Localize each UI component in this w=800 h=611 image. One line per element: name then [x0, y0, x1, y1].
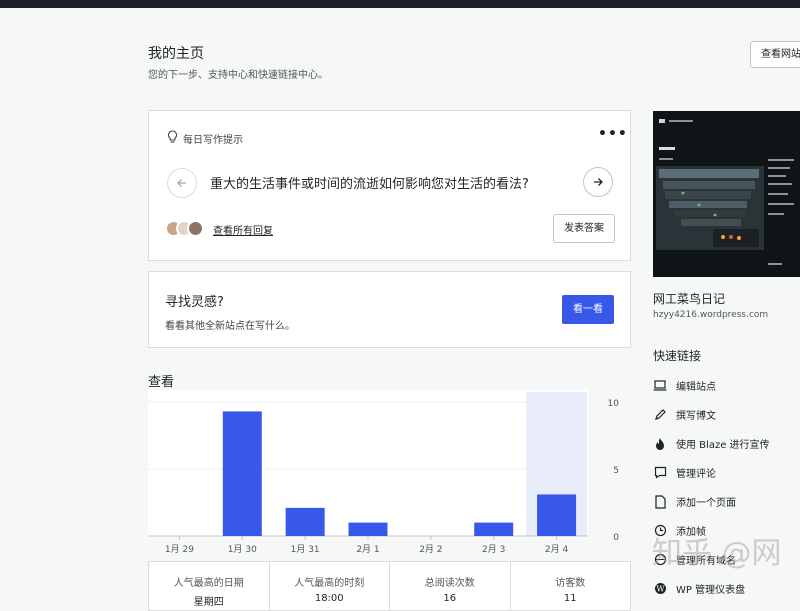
inspiration-title: 寻找灵感?	[165, 295, 224, 310]
avatar	[187, 220, 204, 237]
arrow-right-icon	[592, 173, 604, 192]
arrow-left-icon	[176, 174, 188, 193]
next-prompt-button[interactable]	[583, 167, 613, 197]
x-tick-label: 2月 3	[482, 544, 505, 555]
inspiration-card: 寻找灵感? 看看其他全新站点在写什么。 看一看	[148, 271, 631, 348]
stat-value: 18:00	[314, 593, 344, 604]
page-title: 我的主页	[148, 46, 204, 62]
site-preview-image	[653, 111, 800, 277]
view-site-button[interactable]: 查看网站	[750, 41, 800, 68]
y-tick-label: 10	[608, 399, 620, 409]
chart-bar	[222, 411, 262, 536]
x-tick-label: 1月 29	[165, 544, 194, 555]
stat-label: 人气最高的日期	[173, 578, 244, 589]
post-answer-button[interactable]: 发表答案	[553, 214, 615, 243]
quick-link-manage-comments[interactable]: 管理评论	[653, 465, 716, 480]
stats-title: 查看	[148, 375, 175, 390]
stat-total-views: 总阅读次数 16	[390, 562, 511, 610]
quick-link-manage-domains[interactable]: 管理所有域名	[653, 552, 736, 567]
quick-link-label: 管理评论	[676, 469, 716, 480]
lightbulb-icon	[167, 129, 178, 148]
prompt-question: 重大的生活事件或时间的流逝如何影响您对生活的看法?	[210, 177, 529, 192]
site-url[interactable]: hzyy4216.wordpress.com	[653, 310, 768, 320]
stat-value: 16	[443, 593, 457, 604]
page-subtitle: 您的下一步、支持中心和快速链接中心。	[148, 70, 328, 81]
stats-summary-table: 人气最高的日期 星期四 人气最高的时刻 18:00 总阅读次数 16 访客数 1…	[148, 561, 631, 611]
replier-avatars	[165, 220, 204, 237]
stat-best-day: 人气最高的日期 星期四	[149, 562, 270, 610]
chart-bar	[348, 522, 388, 536]
quick-link-add-frame[interactable]: 添加帧	[653, 523, 706, 538]
x-tick-label: 2月 1	[356, 544, 379, 555]
globe-icon	[653, 553, 667, 567]
wordpress-icon: W	[653, 582, 667, 596]
clock-icon	[653, 524, 667, 538]
quick-links-title: 快速链接	[653, 349, 702, 363]
stat-visitors: 访客数 11	[511, 562, 631, 610]
stat-label: 访客数	[555, 578, 586, 589]
quick-link-label: 使用 Blaze 进行宣传	[676, 440, 770, 451]
prompt-header: 每日写作提示	[167, 129, 243, 148]
x-tick-label: 1月 31	[291, 544, 320, 555]
x-tick-label: 1月 30	[228, 544, 257, 555]
svg-text:W: W	[656, 584, 665, 593]
quick-link-blaze[interactable]: 使用 Blaze 进行宣传	[653, 436, 770, 451]
previous-prompt-button[interactable]	[167, 168, 197, 198]
writing-prompt-card: 每日写作提示 ••• 重大的生活事件或时间的流逝如何影响您对生活的看法? 查看所…	[148, 110, 631, 261]
y-tick-label: 0	[613, 533, 619, 543]
quick-link-label: 添加一个页面	[676, 498, 736, 509]
quick-link-edit-site[interactable]: 编辑站点	[653, 378, 716, 393]
chart-plot-area	[148, 390, 588, 536]
stat-value: 11	[563, 593, 577, 604]
quick-link-label: 管理所有域名	[676, 556, 736, 567]
x-tick-label: 2月 4	[545, 544, 569, 555]
site-preview-thumbnail[interactable]	[653, 111, 800, 277]
stat-best-hour: 人气最高的时刻 18:00	[270, 562, 390, 610]
laptop-icon	[653, 379, 667, 393]
quick-link-label: 添加帧	[676, 527, 706, 538]
page-icon	[653, 494, 667, 509]
quick-link-label: 撰写博文	[676, 411, 716, 422]
quick-link-label: WP 管理仪表盘	[676, 585, 746, 596]
quick-link-wp-admin[interactable]: W WP 管理仪表盘	[653, 581, 745, 596]
comment-icon	[653, 466, 667, 480]
views-bar-chart: 10 5 0 1月 29 1月 30 1月 31 2月 1 2月 2 2月 3 2月 4	[148, 390, 620, 555]
chart-bar	[285, 507, 325, 536]
y-tick-label: 5	[613, 466, 619, 476]
x-tick-label: 2月 2	[419, 544, 442, 555]
quick-link-write-post[interactable]: 撰写博文	[653, 407, 716, 422]
flame-icon	[653, 437, 667, 451]
chart-bar	[537, 494, 577, 536]
quick-link-label: 编辑站点	[676, 382, 716, 393]
view-all-replies-link[interactable]: 查看所有回复	[213, 222, 273, 237]
top-admin-bar	[0, 0, 800, 8]
chart-bar	[474, 522, 514, 536]
stat-label: 人气最高的时刻	[294, 578, 365, 589]
stat-value: 星期四	[193, 597, 224, 608]
take-a-look-button[interactable]: 看一看	[562, 295, 614, 324]
pencil-icon	[653, 408, 667, 422]
quick-link-add-page[interactable]: 添加一个页面	[653, 494, 736, 509]
site-name[interactable]: 网工菜鸟日记	[653, 290, 725, 307]
more-options-icon[interactable]: •••	[598, 126, 628, 142]
prompt-label: 每日写作提示	[183, 135, 243, 146]
inspiration-subtitle: 看看其他全新站点在写什么。	[165, 321, 295, 332]
stat-label: 总阅读次数	[424, 578, 475, 589]
